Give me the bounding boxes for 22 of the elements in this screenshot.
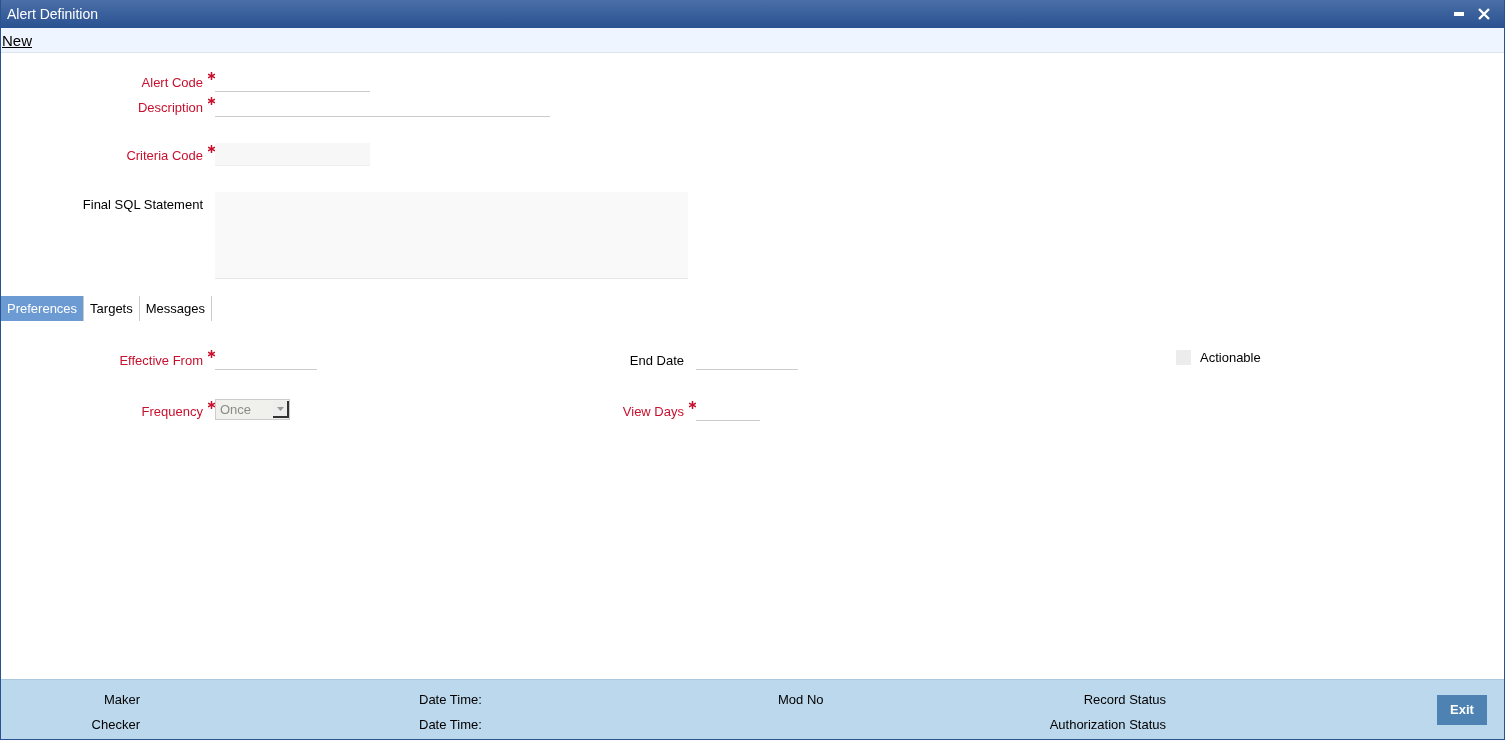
footer-label: Date Time: — [419, 692, 483, 707]
field-label: Frequency — [140, 403, 203, 419]
field-label: End Date — [628, 352, 684, 368]
minimize-icon[interactable] — [1454, 12, 1464, 16]
footer-label: Maker — [102, 692, 140, 707]
footer-label: Checker — [90, 717, 140, 732]
checkbox-label: Actionable — [1200, 350, 1261, 365]
field-label: Criteria Code — [125, 147, 203, 163]
field-label: View Days — [621, 403, 684, 419]
field-label: Final SQL Statement — [81, 196, 203, 212]
new-link[interactable]: New — [2, 31, 32, 49]
close-icon[interactable] — [1478, 8, 1490, 20]
footer-label: Mod No — [778, 692, 825, 707]
exit-button[interactable]: Exit — [1437, 694, 1487, 725]
caret-icon[interactable] — [273, 401, 289, 418]
footer-label: Date Time: — [419, 717, 483, 732]
footer-label: Record Status — [1082, 692, 1166, 707]
field-label: Effective From — [118, 352, 203, 368]
footer-label: Authorization Status — [1048, 717, 1166, 732]
window-title: Alert Definition — [7, 6, 100, 22]
field-label: Description — [136, 99, 203, 115]
field-label: Alert Code — [140, 74, 203, 90]
